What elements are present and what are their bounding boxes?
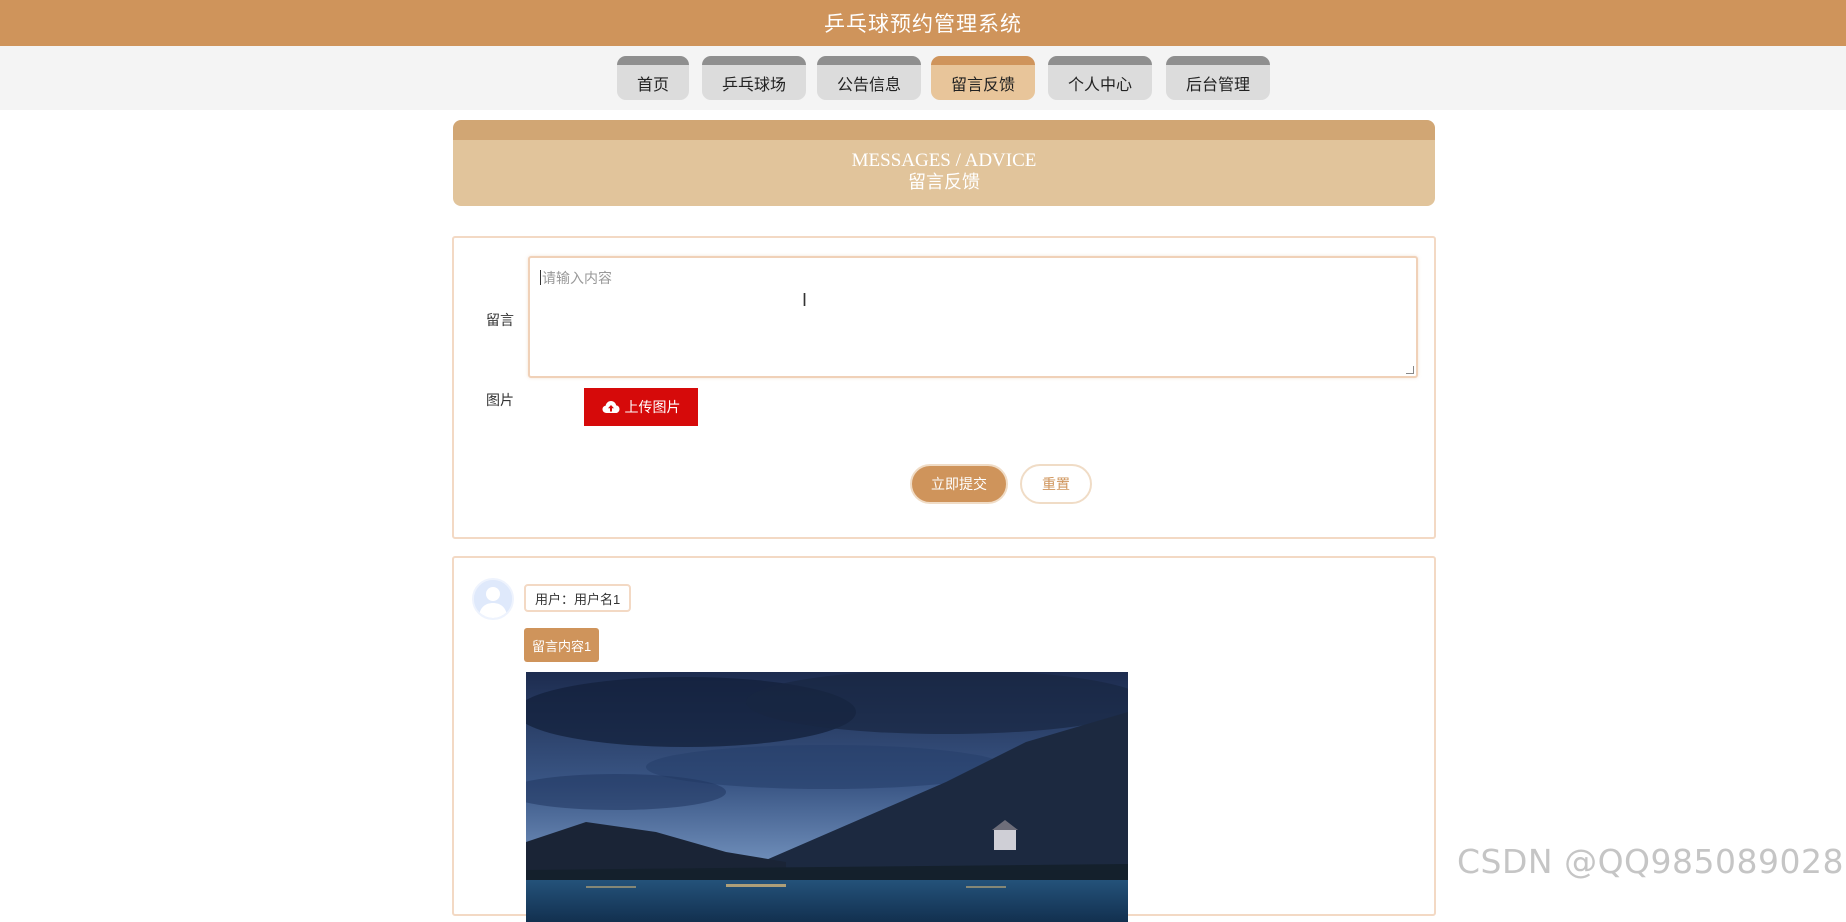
message-user: 用户：用户名1 xyxy=(524,584,632,612)
message-image xyxy=(526,672,1128,922)
section-title-zh: 留言反馈 xyxy=(908,172,980,193)
reset-button[interactable]: 重置 xyxy=(1020,464,1092,504)
title-bar: 乒乓球预约管理系统 xyxy=(0,0,1846,46)
app-title: 乒乓球预约管理系统 xyxy=(824,12,1022,36)
message-placeholder: 请输入内容 xyxy=(542,270,612,286)
message-label: 留言 xyxy=(486,312,514,328)
nav-item-home[interactable]: 首页 xyxy=(617,56,689,100)
user-avatar-icon xyxy=(474,580,512,618)
message-textarea[interactable]: 请输入内容 I xyxy=(528,256,1418,378)
nav-item-feedback[interactable]: 留言反馈 xyxy=(931,56,1035,100)
upload-label: 上传图片 xyxy=(624,399,681,415)
nav-item-profile[interactable]: 个人中心 xyxy=(1048,56,1152,100)
ibeam-cursor-icon: I xyxy=(802,290,808,310)
watermark: CSDN @QQ985089028 xyxy=(1457,842,1844,881)
message-list: 用户：用户名1 留言内容1 xyxy=(452,556,1436,922)
message-form: 留言 请输入内容 I 图片 上传图片 立即提交 重置 xyxy=(452,236,1436,539)
nav-item-courts[interactable]: 乒乓球场 xyxy=(702,56,806,100)
section-header: MESSAGES / ADVICE 留言反馈 xyxy=(453,120,1435,206)
cloud-upload-icon xyxy=(602,401,619,413)
text-caret xyxy=(540,270,541,285)
nav-item-announcements[interactable]: 公告信息 xyxy=(817,56,921,100)
resize-handle-icon[interactable] xyxy=(1406,366,1414,374)
section-title-en: MESSAGES / ADVICE xyxy=(851,150,1037,171)
main-nav: 首页 乒乓球场 公告信息 留言反馈 个人中心 后台管理 xyxy=(0,46,1846,110)
submit-button[interactable]: 立即提交 xyxy=(910,464,1008,504)
upload-image-button[interactable]: 上传图片 xyxy=(584,388,698,426)
nav-item-admin[interactable]: 后台管理 xyxy=(1166,56,1270,100)
image-label: 图片 xyxy=(486,392,514,408)
lake-landscape-image xyxy=(526,672,1128,922)
avatar xyxy=(472,578,514,620)
message-content: 留言内容1 xyxy=(524,628,600,662)
